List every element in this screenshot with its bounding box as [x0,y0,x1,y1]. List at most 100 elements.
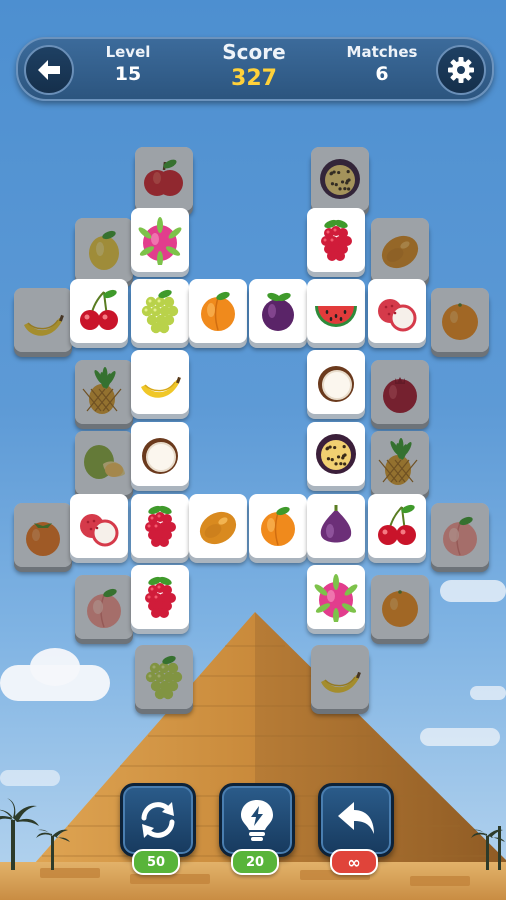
grapes-icon [145,655,183,700]
gear-icon [448,57,474,83]
tile-watermelon[interactable] [307,279,365,343]
tile-banana[interactable] [131,350,189,414]
tile-lychee[interactable] [368,279,426,343]
persimmon-icon [26,522,60,556]
tile-apple[interactable] [135,147,193,211]
pomegranate-icon [383,377,417,413]
coconut-icon [142,438,178,474]
banana-icon [24,314,64,336]
undo-count-badge: ∞ [330,849,378,875]
tile-cherry[interactable] [368,494,426,558]
tile-plum[interactable] [249,279,307,343]
tile-peach[interactable] [431,503,489,567]
apricot-icon [261,506,295,546]
tile-passion-fruit[interactable] [311,147,369,211]
lightbulb-icon [241,800,273,841]
lemon-icon [89,230,119,270]
hint-button[interactable] [219,783,295,857]
tile-lemon[interactable] [75,218,133,282]
tile-passion-fruit[interactable] [307,422,365,486]
cloud [30,648,80,686]
tile-pineapple[interactable] [371,431,429,495]
raspberry-icon [145,505,176,547]
tile-peach[interactable] [75,575,133,639]
apricot-icon [201,291,235,331]
tile-coconut[interactable] [307,350,365,414]
plum-icon [262,292,294,331]
back-button[interactable] [24,45,74,95]
coconut-icon [318,366,354,402]
matches-label: Matches [346,43,418,61]
orange-icon [442,303,478,340]
guava-icon [84,445,125,479]
matches-display: Matches 6 [336,43,428,85]
tile-apricot[interactable] [249,494,307,558]
level-label: Level [105,43,151,61]
passion-fruit-icon [320,159,360,199]
peach-icon [443,516,477,556]
tile-banana[interactable] [311,645,369,709]
tile-dragon-fruit[interactable] [131,208,189,272]
tile-fig[interactable] [307,494,365,558]
tile-pineapple[interactable] [75,360,133,424]
dragon-fruit-icon [314,574,358,622]
watermelon-icon [315,306,357,327]
cloud [420,728,500,746]
back-arrow-icon [38,60,60,80]
score-value: 327 [231,66,277,91]
lychee-icon [378,299,417,332]
tile-apricot[interactable] [189,279,247,343]
shuffle-arrows-icon [141,802,175,838]
tile-lychee[interactable] [70,494,128,558]
tile-raspberry[interactable] [131,565,189,629]
score-label: Score [222,40,286,64]
settings-button[interactable] [436,45,486,95]
tile-coconut[interactable] [131,422,189,486]
banana-icon [141,376,181,398]
score-display: Score 327 [208,40,300,91]
cloud [0,770,60,786]
tile-grapes[interactable] [131,279,189,343]
mango-icon [381,235,419,269]
dragon-fruit-icon [138,217,182,265]
tile-orange[interactable] [431,288,489,352]
lychee-icon [80,514,119,547]
matches-value: 6 [375,63,389,85]
pineapple-icon [82,367,122,414]
level-display: Level 15 [90,43,166,85]
tile-guava[interactable] [75,431,133,495]
cloud [440,580,506,602]
tile-raspberry[interactable] [307,208,365,272]
tile-orange[interactable] [371,575,429,639]
undo-arrow-icon [338,802,374,834]
cloud [470,686,506,700]
hint-count-badge: 20 [231,849,279,875]
undo-button[interactable] [318,783,394,857]
shuffle-count-badge: 50 [132,849,180,875]
level-value: 15 [114,63,142,85]
raspberry-icon [321,219,352,261]
mango-icon [199,511,237,545]
cherry-icon [378,504,416,545]
tile-persimmon[interactable] [14,503,72,567]
tile-mango[interactable] [371,218,429,282]
fig-icon [320,505,352,543]
tile-mango[interactable] [189,494,247,558]
tile-grapes[interactable] [135,645,193,709]
peach-icon [87,588,121,628]
tile-cherry[interactable] [70,279,128,343]
pineapple-icon [378,438,418,485]
tile-pomegranate[interactable] [371,360,429,424]
raspberry-icon [145,576,176,618]
grapes-icon [141,289,179,334]
cherry-icon [80,289,118,330]
banana-icon [321,671,361,693]
apple-icon [144,159,183,196]
orange-icon [382,590,418,627]
shuffle-button[interactable] [120,783,196,857]
tile-banana[interactable] [14,288,72,352]
passion-fruit-icon [316,434,356,474]
tile-raspberry[interactable] [131,494,189,558]
tile-dragon-fruit[interactable] [307,565,365,629]
top-hud: Level 15 Score 327 Matches 6 [16,37,494,101]
